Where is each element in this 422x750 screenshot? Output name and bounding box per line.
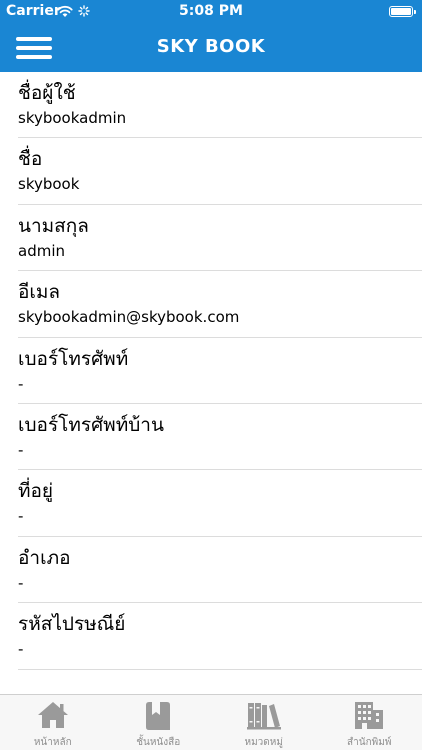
field-value: - [18, 573, 24, 592]
field-label: ชื่อผู้ใช้ [18, 82, 76, 104]
profile-row-email: อีเมล skybookadmin@skybook.com [18, 271, 422, 338]
field-value: - [18, 507, 24, 526]
tab-label: ชั้นหนังสือ [136, 737, 181, 748]
page-title: SKY BOOK [156, 36, 266, 57]
tab-home[interactable]: หน้าหลัก [0, 695, 106, 750]
profile-row-phone: เบอร์โทรศัพท์ - [18, 338, 422, 404]
field-label: อีเมล [18, 281, 61, 304]
profile-row-username: ชื่อผู้ใช้ skybookadmin [18, 72, 422, 139]
profile-row-home-phone: เบอร์โทรศัพท์บ้าน - [18, 404, 422, 471]
field-label: เบอร์โทรศัพท์ [18, 347, 129, 370]
tab-label: หน้าหลัก [33, 737, 72, 748]
tab-bar: หน้าหลัก ชั้นหนังสือ หมวดหมู่ สำนักพิมพ์ [0, 694, 422, 750]
tab-label: หมวดหมู่ [244, 737, 283, 748]
navigation-bar: SKY BOOK [0, 24, 422, 72]
field-value: skybookadmin@skybook.com [18, 308, 240, 327]
field-label: ที่อยู่ [18, 480, 54, 503]
profile-row-district: อำเภอ - [18, 537, 422, 604]
field-label: เบอร์โทรศัพท์บ้าน [18, 413, 164, 436]
status-bar: Carrier 5:08 PM [0, 0, 422, 24]
tab-label: สำนักพิมพ์ [347, 737, 392, 748]
bookshelf-icon [246, 703, 281, 730]
status-time: 5:08 PM [179, 3, 243, 19]
field-value: - [18, 374, 24, 393]
field-value: admin [18, 241, 65, 260]
field-label: นามสกุล [18, 214, 89, 237]
field-value: skybook [18, 175, 80, 194]
field-label: อำเภอ [18, 546, 71, 569]
top-bar: Carrier 5:08 PM SKY BOOK [0, 0, 422, 72]
field-value: - [18, 440, 24, 459]
tab-categories[interactable]: หมวดหมู่ [211, 695, 317, 750]
bookmark-book-icon [146, 702, 171, 730]
field-value: - [18, 640, 24, 659]
field-label: ชื่อ [18, 148, 43, 171]
tab-publishers[interactable]: สำนักพิมพ์ [317, 695, 422, 750]
tab-bookshelf[interactable]: ชั้นหนังสือ [106, 695, 212, 750]
field-value: skybookadmin [18, 109, 127, 127]
profile-row-address: ที่อยู่ - [18, 470, 422, 537]
profile-list: ชื่อผู้ใช้ skybookadmin ชื่อ skybook นาม… [0, 72, 422, 670]
profile-row-first-name: ชื่อ skybook [18, 138, 422, 205]
home-icon [37, 702, 68, 728]
battery-icon [389, 6, 416, 17]
building-icon [355, 702, 384, 729]
profile-row-postal-code: รหัสไปรษณีย์ - [18, 603, 422, 670]
profile-row-last-name: นามสกุล admin [18, 205, 422, 272]
field-label: รหัสไปรษณีย์ [18, 613, 126, 636]
